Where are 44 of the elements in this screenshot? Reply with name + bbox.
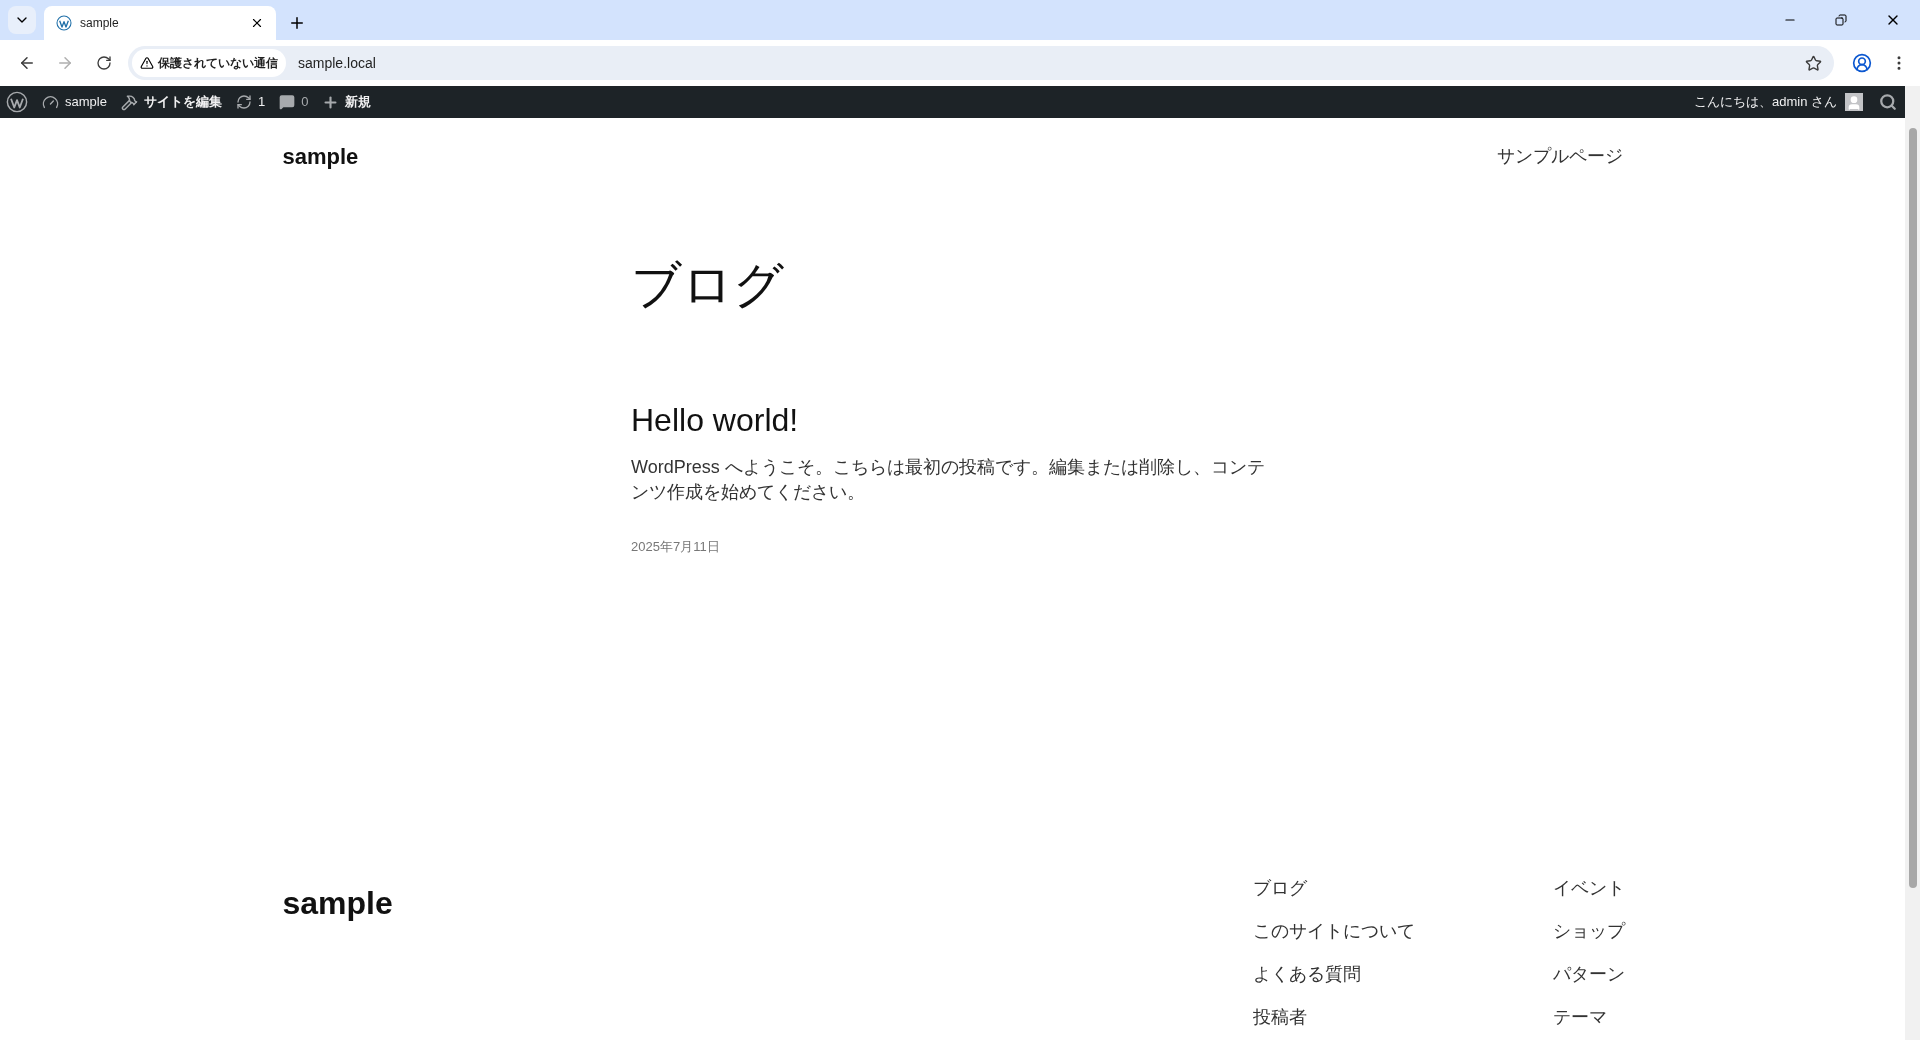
updates-icon: [235, 94, 252, 110]
post-date: 2025年7月11日: [631, 538, 720, 556]
new-link[interactable]: 新規: [345, 92, 372, 112]
hammer-icon: [120, 93, 138, 111]
site-link[interactable]: sample: [65, 92, 107, 112]
dashboard-icon: [42, 93, 59, 111]
footer-link[interactable]: 投稿者: [1252, 1003, 1307, 1031]
page-title: ブログ: [631, 260, 784, 310]
nav-link[interactable]: サンプルページ: [1496, 142, 1623, 170]
scrollbar[interactable]: [1905, 86, 1920, 1040]
footer-link[interactable]: テーマ: [1552, 1003, 1607, 1031]
tab-title: sample: [80, 15, 120, 32]
edit-site-link[interactable]: サイトを編集: [143, 92, 222, 112]
footer-link[interactable]: ブログ: [1252, 874, 1307, 902]
footer-link[interactable]: よくある質問: [1252, 960, 1361, 988]
footer-link[interactable]: ショップ: [1552, 917, 1625, 945]
post-title[interactable]: Hello world!: [631, 400, 799, 440]
profile-icon[interactable]: [1852, 53, 1872, 73]
warning-icon: [140, 56, 154, 70]
bookmark-star-icon[interactable]: [1805, 54, 1822, 72]
wordpress-logo-icon[interactable]: [56, 15, 72, 31]
footer-link[interactable]: イベント: [1552, 874, 1625, 902]
browser-tab[interactable]: sample: [44, 6, 276, 40]
new-tab-icon[interactable]: [288, 14, 306, 32]
footer-site-title[interactable]: sample: [282, 878, 393, 927]
greeting-text[interactable]: こんにちは、admin さん: [1693, 92, 1837, 112]
footer-link[interactable]: パターン: [1552, 960, 1625, 988]
reload-icon[interactable]: [96, 55, 112, 71]
updates-count[interactable]: 1: [257, 92, 266, 112]
address-bar[interactable]: 保護されていない通信 sample.local: [128, 46, 1834, 80]
close-icon[interactable]: [250, 16, 264, 30]
tab-list-button[interactable]: [8, 6, 36, 34]
search-icon[interactable]: [1879, 93, 1897, 111]
comments-icon: [279, 94, 296, 110]
footer-link[interactable]: このサイトについて: [1252, 917, 1415, 945]
site-title[interactable]: sample: [282, 139, 359, 173]
plus-icon: [322, 93, 340, 111]
back-icon[interactable]: [18, 54, 36, 72]
restore-icon[interactable]: [1835, 14, 1847, 26]
wordpress-logo-icon[interactable]: [6, 91, 28, 113]
comments-count[interactable]: 0: [301, 92, 309, 112]
url-text: sample.local: [298, 53, 377, 73]
security-chip[interactable]: 保護されていない通信: [132, 49, 286, 77]
post-excerpt: WordPress へようこそ。こちらは最初の投稿です。編集または削除し、コンテンツ作成を始めてください。: [631, 456, 1266, 504]
